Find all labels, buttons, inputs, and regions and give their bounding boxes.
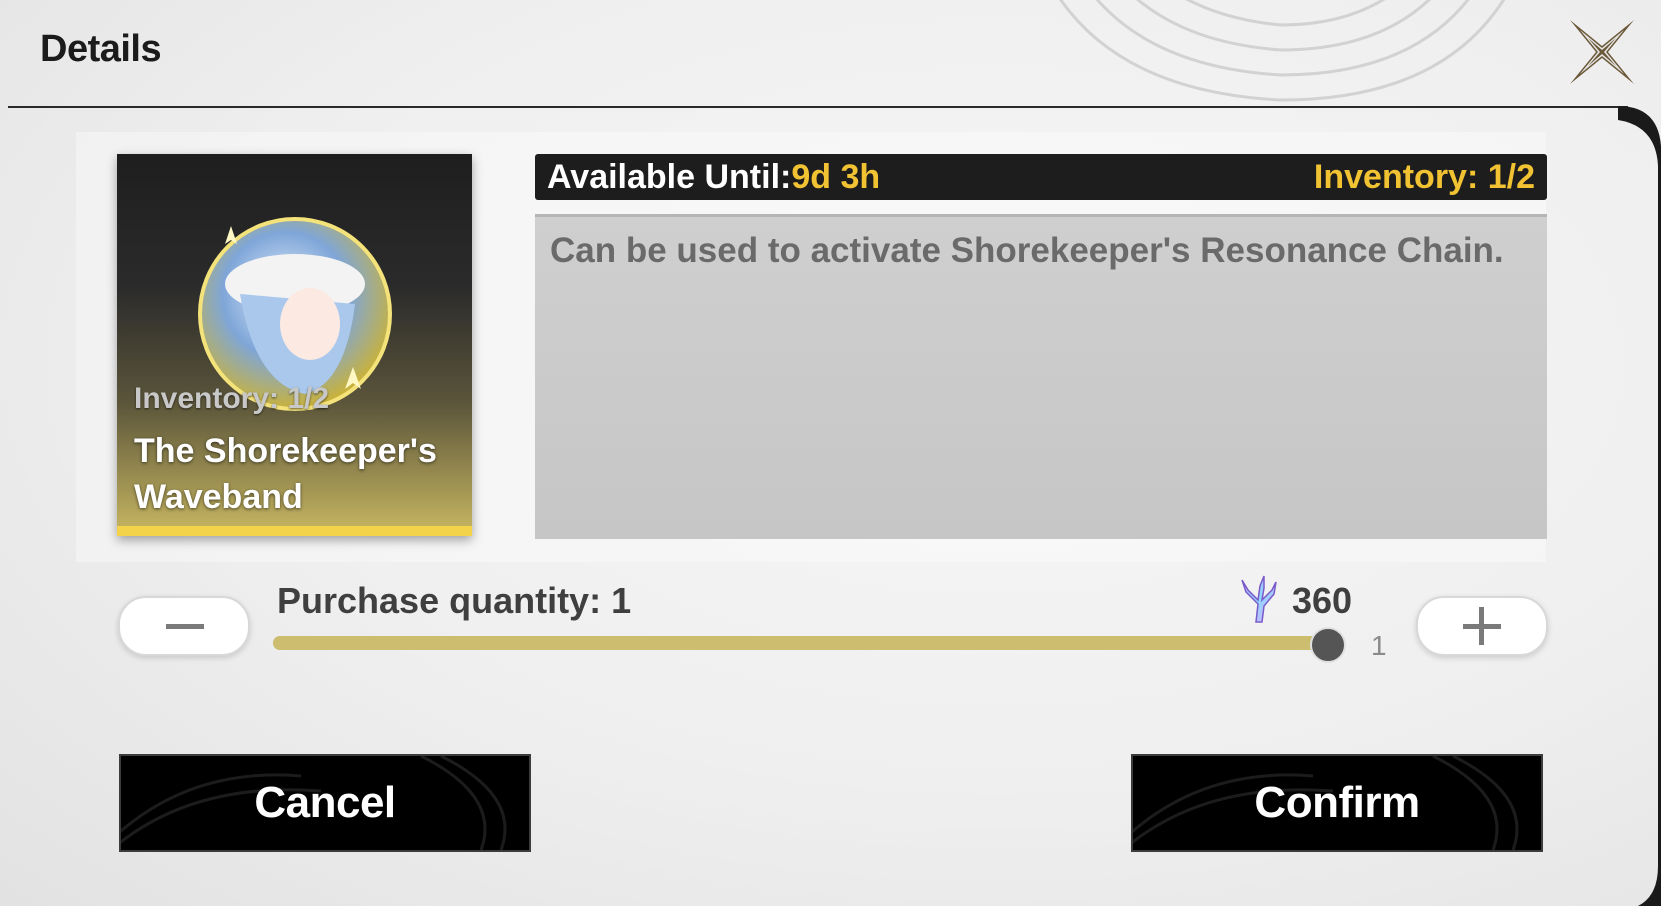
close-icon [1570,20,1634,84]
dialog-title: Details [40,28,162,70]
confirm-label: Confirm [1254,778,1420,827]
price-value: 360 [1292,580,1353,621]
available-until-value: 9d 3h [791,158,881,196]
item-description: Can be used to activate Shorekeeper's Re… [550,231,1504,270]
coral-currency-icon [1241,575,1277,623]
dialog-edge [1618,106,1661,906]
decorative-arcs [1059,0,1506,102]
confirm-button[interactable]: Confirm [1131,754,1543,852]
cancel-button[interactable]: Cancel [119,754,531,852]
close-button[interactable] [1566,16,1638,88]
available-until-label: Available Until: [547,158,792,196]
description-box: Can be used to activate Shorekeeper's Re… [535,214,1547,539]
decrease-quantity-button[interactable] [118,596,250,656]
purchase-quantity-label: Purchase quantity: 1 [277,580,632,621]
cancel-label: Cancel [254,778,396,827]
rarity-bar [117,526,472,536]
quantity-slider[interactable] [273,627,1346,663]
increase-quantity-button[interactable] [1416,596,1548,656]
header-divider [8,106,1628,108]
minus-icon [166,624,204,629]
inventory-count: Inventory: 1/2 [1313,158,1535,196]
available-until: Available Until:9d 3h [547,158,880,197]
slider-max-value: 1 [1371,630,1387,661]
card-inventory-text: Inventory: 1/2 [134,382,330,415]
slider-thumb[interactable] [1309,627,1346,663]
slider-fill [273,636,1327,650]
item-name: The Shorekeeper's Waveband [134,432,437,516]
item-card: Inventory: 1/2 The Shorekeeper's Waveban… [117,154,472,536]
details-dialog: Details Inventory: 1/2 The Shorekeeper's… [0,0,1661,906]
info-bar: Available Until:9d 3h Inventory: 1/2 [535,154,1547,200]
